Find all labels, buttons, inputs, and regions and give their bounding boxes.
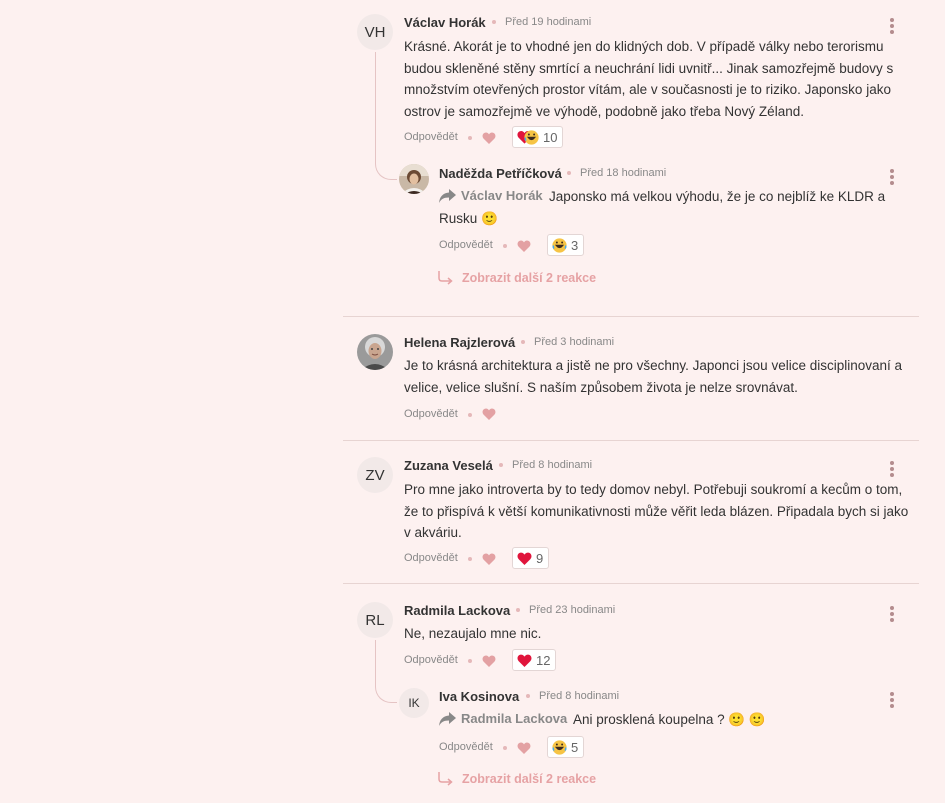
comments-section: VH Václav Horák Před 19 hodinami Krásné.… <box>0 0 945 803</box>
separator-dot <box>468 413 472 417</box>
reaction-badge[interactable]: 12 <box>512 649 557 671</box>
reply-button[interactable]: Odpovědět <box>439 239 493 251</box>
avatar[interactable]: VH <box>357 14 393 50</box>
more-options-icon[interactable] <box>889 169 895 185</box>
divider <box>343 316 919 317</box>
show-more-label: Zobrazit další 2 reakce <box>462 271 597 285</box>
timestamp: Před 18 hodinami <box>580 167 667 179</box>
timestamp: Před 23 hodinami <box>529 604 616 616</box>
author-name[interactable]: Helena Rajzlerová <box>404 335 515 350</box>
like-heart-icon[interactable] <box>517 742 531 754</box>
separator-dot <box>468 136 472 140</box>
show-more-label: Zobrazit další 2 reakce <box>462 772 597 786</box>
timestamp: Před 19 hodinami <box>505 16 592 28</box>
show-more-replies-link[interactable]: Zobrazit další 2 reakce <box>438 772 596 786</box>
separator-dot <box>521 340 525 344</box>
timestamp: Před 8 hodinami <box>539 690 620 702</box>
corner-arrow-icon <box>438 271 453 285</box>
separator-dot <box>492 20 496 24</box>
like-heart-icon[interactable] <box>482 132 496 144</box>
comment-text: Je to krásná architektura a jistě ne pro… <box>404 358 903 395</box>
reply-button[interactable]: Odpovědět <box>404 654 458 666</box>
timestamp: Před 8 hodinami <box>512 459 593 471</box>
laugh-reaction-icon <box>552 237 567 253</box>
separator-dot <box>468 659 472 663</box>
reaction-count: 5 <box>571 739 579 755</box>
separator-dot <box>567 171 571 175</box>
reply-button[interactable]: Odpovědět <box>404 552 458 564</box>
reply-button[interactable]: Odpovědět <box>439 741 493 753</box>
mention-name: Radmila Lackova <box>461 711 568 726</box>
comment-text: Ne, nezaujalo mne nic. <box>404 626 542 641</box>
comment-text: Pro mne jako introverta by to tedy domov… <box>404 482 909 540</box>
laugh-reaction-icon <box>552 739 567 755</box>
like-heart-icon[interactable] <box>517 240 531 252</box>
heart-laugh-reaction-icon <box>517 129 539 145</box>
reaction-badge[interactable]: 3 <box>547 234 585 256</box>
like-heart-icon[interactable] <box>482 553 496 565</box>
separator-dot <box>503 244 507 248</box>
reaction-badge[interactable]: 10 <box>512 126 564 148</box>
thread-connector <box>375 683 397 703</box>
reply-arrow-icon <box>439 711 456 726</box>
thread-connector <box>375 160 397 180</box>
comment-text: Krásné. Akorát je to vhodné jen do klidn… <box>404 39 894 119</box>
avatar[interactable]: ZV <box>357 457 393 493</box>
thread-line <box>375 52 376 164</box>
more-options-icon[interactable] <box>889 692 895 708</box>
heart-reaction-icon <box>517 654 532 667</box>
reaction-count: 12 <box>536 652 551 668</box>
reply-button[interactable]: Odpovědět <box>404 131 458 143</box>
author-name[interactable]: Iva Kosinova <box>439 689 519 704</box>
separator-dot <box>526 694 530 698</box>
show-more-replies-link[interactable]: Zobrazit další 2 reakce <box>438 271 596 285</box>
reaction-badge[interactable]: 5 <box>547 736 585 758</box>
divider <box>343 583 919 584</box>
separator-dot <box>503 746 507 750</box>
author-name[interactable]: Zuzana Veselá <box>404 458 493 473</box>
reaction-count: 3 <box>571 237 579 253</box>
more-options-icon[interactable] <box>889 606 895 622</box>
reaction-count: 9 <box>536 550 544 566</box>
avatar[interactable]: IK <box>399 688 429 718</box>
divider <box>343 440 919 441</box>
avatar[interactable]: RL <box>357 602 393 638</box>
author-name[interactable]: Naděžda Petříčková <box>439 166 562 181</box>
like-heart-icon[interactable] <box>482 408 496 420</box>
reply-mention[interactable]: Radmila Lackova <box>439 711 567 726</box>
timestamp: Před 3 hodinami <box>534 336 615 348</box>
corner-arrow-icon <box>438 772 453 786</box>
like-heart-icon[interactable] <box>482 655 496 667</box>
reply-button[interactable]: Odpovědět <box>404 408 458 420</box>
comment-text: Japonsko má velkou výhodu, že je co nejb… <box>439 189 886 226</box>
author-name[interactable]: Václav Horák <box>404 15 486 30</box>
heart-reaction-icon <box>517 552 532 565</box>
more-options-icon[interactable] <box>889 461 895 477</box>
author-name[interactable]: Radmila Lackova <box>404 603 510 618</box>
more-options-icon[interactable] <box>889 18 895 34</box>
avatar[interactable] <box>399 164 429 194</box>
comment-text: Ani prosklená koupelna ? 🙂 🙂 <box>573 712 766 727</box>
thread-line <box>375 640 376 687</box>
reaction-count: 10 <box>543 129 558 145</box>
reaction-badge[interactable]: 9 <box>512 547 550 569</box>
separator-dot <box>516 608 520 612</box>
separator-dot <box>499 463 503 467</box>
separator-dot <box>468 557 472 561</box>
avatar[interactable] <box>357 334 393 370</box>
